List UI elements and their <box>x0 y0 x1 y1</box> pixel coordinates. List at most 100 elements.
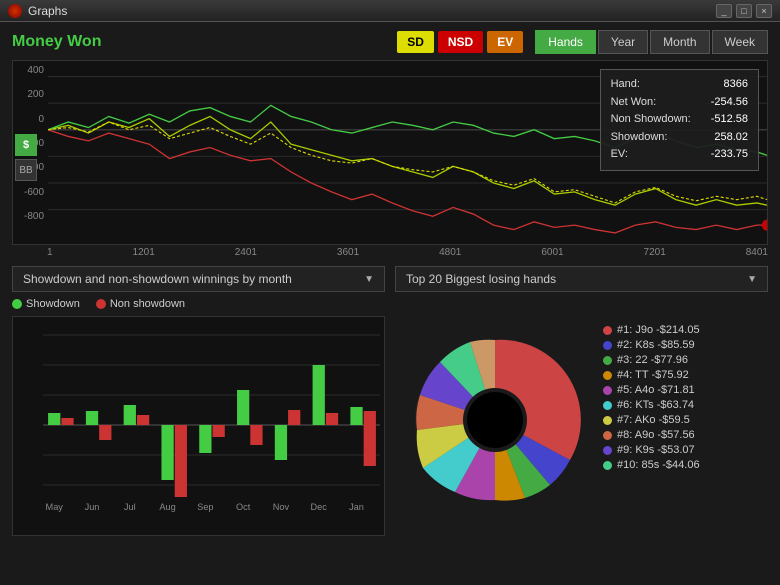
y-label-0: 0 <box>15 114 44 125</box>
ev-button[interactable]: EV <box>487 31 523 53</box>
x-label-7201: 7201 <box>644 247 666 258</box>
legend-dot-10 <box>603 461 612 470</box>
legend-item-10: #10: 85s -$44.06 <box>603 459 700 471</box>
svg-text:Nov: Nov <box>273 502 290 512</box>
svg-text:Jan: Jan <box>349 502 364 512</box>
bar-chart-legend: Showdown Non showdown <box>12 298 385 310</box>
showdown-legend: Showdown <box>12 298 80 310</box>
y-label-400: 400 <box>15 65 44 76</box>
window-title: Graphs <box>28 4 716 18</box>
svg-text:Jun: Jun <box>85 502 100 512</box>
tooltip-net-won: -254.56 <box>711 94 748 112</box>
svg-text:Oct: Oct <box>236 502 251 512</box>
legend-label-6: #6: KTs -$63.74 <box>617 399 694 411</box>
right-dropdown-arrow: ▼ <box>747 274 757 285</box>
legend-dot-3 <box>603 356 612 365</box>
bb-button[interactable]: BB <box>15 159 37 181</box>
chart-type-buttons: SD NSD EV <box>397 31 523 53</box>
legend-label-2: #2: K8s -$85.59 <box>617 339 695 351</box>
y-label-n600: -600 <box>15 187 44 198</box>
dollar-button[interactable]: $ <box>15 134 37 156</box>
chart-canvas: Hand: 8366 Net Won: -254.56 Non Showdown… <box>48 61 767 244</box>
month-button[interactable]: Month <box>650 30 709 54</box>
legend-item-9: #9: K9s -$53.07 <box>603 444 700 456</box>
legend-dot-1 <box>603 326 612 335</box>
legend-item-1: #1: J9o -$214.05 <box>603 324 700 336</box>
page-title: Money Won <box>12 33 397 51</box>
legend-label-5: #5: A4o -$71.81 <box>617 384 695 396</box>
title-bar: Graphs _ □ × <box>0 0 780 22</box>
pie-legend: #1: J9o -$214.05 #2: K8s -$85.59 #3: 22 … <box>603 320 700 520</box>
legend-item-6: #6: KTs -$63.74 <box>603 399 700 411</box>
nsd-button[interactable]: NSD <box>438 31 483 53</box>
main-chart: $ BB 400 200 0 -200 -400 -600 -800 <box>12 60 768 245</box>
svg-text:Aug: Aug <box>159 502 175 512</box>
legend-item-3: #3: 22 -$77.96 <box>603 354 700 366</box>
svg-text:Sep: Sep <box>197 502 213 512</box>
legend-dot-9 <box>603 446 612 455</box>
x-label-8401: 8401 <box>746 247 768 258</box>
x-axis-labels: 1 1201 2401 3601 4801 6001 7201 8401 <box>12 245 768 258</box>
left-dropdown-arrow: ▼ <box>364 274 374 285</box>
y-label-n800: -800 <box>15 211 44 222</box>
maximize-button[interactable]: □ <box>736 4 752 18</box>
svg-text:May: May <box>46 502 64 512</box>
pie-chart <box>395 320 595 520</box>
app-icon <box>8 4 22 18</box>
minimize-button[interactable]: _ <box>716 4 732 18</box>
window-controls[interactable]: _ □ × <box>716 4 772 18</box>
legend-item-7: #7: AKo -$59.5 <box>603 414 700 426</box>
legend-item-2: #2: K8s -$85.59 <box>603 339 700 351</box>
showdown-legend-dot <box>12 299 22 309</box>
legend-dot-6 <box>603 401 612 410</box>
end-marker <box>762 220 767 231</box>
legend-dot-7 <box>603 416 612 425</box>
legend-item-5: #5: A4o -$71.81 <box>603 384 700 396</box>
legend-dot-8 <box>603 431 612 440</box>
main-content: Money Won SD NSD EV Hands Year Month Wee… <box>0 22 780 544</box>
non-showdown-legend: Non showdown <box>96 298 185 310</box>
x-label-4801: 4801 <box>439 247 461 258</box>
tooltip-hand: 8366 <box>724 76 748 94</box>
tooltip-non-showdown: -512.58 <box>711 111 748 129</box>
legend-item-8: #8: A9o -$57.56 <box>603 429 700 441</box>
right-dropdown[interactable]: Top 20 Biggest losing hands ▼ <box>395 266 768 292</box>
non-showdown-legend-label: Non showdown <box>110 298 185 310</box>
legend-label-7: #7: AKo -$59.5 <box>617 414 690 426</box>
sd-button[interactable]: SD <box>397 31 434 53</box>
x-label-6001: 6001 <box>541 247 563 258</box>
tooltip-ev: -233.75 <box>711 146 748 164</box>
legend-label-1: #1: J9o -$214.05 <box>617 324 700 336</box>
top-bar: Money Won SD NSD EV Hands Year Month Wee… <box>12 30 768 54</box>
svg-text:Dec: Dec <box>311 502 328 512</box>
time-filter-buttons: Hands Year Month Week <box>535 30 768 54</box>
year-button[interactable]: Year <box>598 30 648 54</box>
x-label-3601: 3601 <box>337 247 359 258</box>
bottom-section: Showdown and non-showdown winnings by mo… <box>12 266 768 536</box>
svg-text:Jul: Jul <box>124 502 136 512</box>
close-button[interactable]: × <box>756 4 772 18</box>
left-dropdown[interactable]: Showdown and non-showdown winnings by mo… <box>12 266 385 292</box>
x-label-1: 1 <box>47 247 53 258</box>
legend-label-9: #9: K9s -$53.07 <box>617 444 695 456</box>
legend-dot-2 <box>603 341 612 350</box>
pie-chart-wrapper: #1: J9o -$214.05 #2: K8s -$85.59 #3: 22 … <box>395 320 768 520</box>
legend-label-4: #4: TT -$75.92 <box>617 369 689 381</box>
legend-label-8: #8: A9o -$57.56 <box>617 429 695 441</box>
legend-dot-5 <box>603 386 612 395</box>
week-button[interactable]: Week <box>712 30 768 54</box>
legend-dot-4 <box>603 371 612 380</box>
tooltip-showdown: 258.02 <box>714 129 748 147</box>
left-panel: Showdown and non-showdown winnings by mo… <box>12 266 385 536</box>
legend-item-4: #4: TT -$75.92 <box>603 369 700 381</box>
hands-button[interactable]: Hands <box>535 30 596 54</box>
non-showdown-legend-dot <box>96 299 106 309</box>
showdown-legend-label: Showdown <box>26 298 80 310</box>
chart-tooltip: Hand: 8366 Net Won: -254.56 Non Showdown… <box>600 69 759 171</box>
legend-label-10: #10: 85s -$44.06 <box>617 459 700 471</box>
bar-chart: 300 200 100 0 -100 -200 <box>12 316 385 536</box>
x-label-2401: 2401 <box>235 247 257 258</box>
legend-label-3: #3: 22 -$77.96 <box>617 354 688 366</box>
right-panel: Top 20 Biggest losing hands ▼ <box>395 266 768 536</box>
x-label-1201: 1201 <box>133 247 155 258</box>
